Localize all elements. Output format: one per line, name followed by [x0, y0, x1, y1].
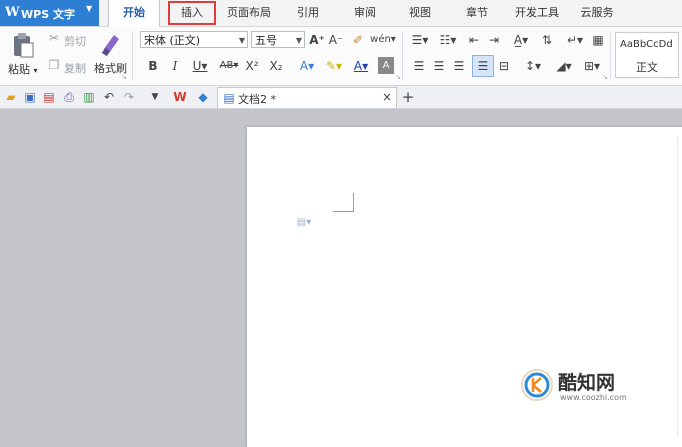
document-tab[interactable]: ▤ 文档2 * × [217, 87, 397, 108]
save-icon[interactable]: ▣ [23, 90, 37, 104]
customize-toolbar-icon[interactable]: ▼ [148, 90, 162, 104]
decrease-indent-icon[interactable]: ⇤ [466, 31, 482, 48]
cut-button[interactable]: 剪切 [64, 33, 86, 49]
justify-icon[interactable]: ☰ [472, 55, 494, 77]
copy-icon: ❐ [48, 58, 60, 72]
line-spacing-icon[interactable]: ↕▾ [520, 57, 546, 74]
watermark-brand: 酷知网 [558, 372, 616, 394]
format-painter-icon[interactable] [100, 31, 122, 57]
dialog-launcher-icon[interactable]: ↘ [394, 73, 402, 81]
align-left-icon[interactable]: ☰ [412, 57, 426, 74]
print-preview-icon[interactable]: ▥ [82, 90, 96, 104]
highlight-icon[interactable]: ✎▾ [322, 57, 346, 74]
margin-crop-mark [333, 193, 354, 212]
watermark-logo: 酷知网 www.coozhi.com [520, 364, 660, 408]
watermark-url: www.coozhi.com [560, 393, 627, 402]
paste-options-icon[interactable]: ▤▾ [293, 215, 315, 229]
tab-cloud-service[interactable]: 云服务 [574, 0, 620, 26]
cloud-doc-icon[interactable]: ◆ [195, 90, 211, 104]
clear-format-icon[interactable]: ✐ [350, 31, 366, 48]
distributed-align-icon[interactable]: ⊟ [496, 57, 512, 74]
decrease-font-icon[interactable]: A⁻ [328, 31, 344, 48]
undo-icon[interactable]: ↶ [102, 90, 116, 104]
text-effect-icon[interactable]: A▾ [296, 57, 318, 74]
increase-font-icon[interactable]: A⁺ [309, 31, 325, 48]
app-menu-button[interactable]: W WPS 文字 ▼ [0, 0, 99, 26]
chevron-down-icon: ▼ [295, 36, 302, 45]
tab-page-layout[interactable]: 页面布局 [222, 0, 276, 26]
subscript-icon[interactable]: X₂ [268, 57, 284, 74]
paragraph-shading-icon[interactable]: ◢▾ [552, 57, 576, 74]
character-shading-icon[interactable]: A [378, 57, 394, 74]
chevron-down-icon: ▼ [238, 36, 245, 45]
ribbon-home: 粘贴 ▾ ✂ 剪切 ❐ 复制 格式刷 宋体 (正文) ▼ 五号 ▼ A⁺ A⁻ … [0, 27, 682, 86]
font-size-value: 五号 [255, 34, 277, 47]
open-folder-icon[interactable]: ▰ [4, 90, 18, 104]
paste-icon[interactable] [11, 32, 35, 58]
tab-developer-tools[interactable]: 开发工具 [508, 0, 566, 26]
tab-section[interactable]: 章节 [457, 0, 497, 26]
group-divider [610, 31, 611, 81]
style-name: 正文 [636, 61, 658, 74]
show-hide-marks-icon[interactable]: ↵▾ [564, 31, 586, 48]
scissors-icon: ✂ [48, 31, 60, 45]
strikethrough-icon[interactable]: AB▾ [216, 57, 242, 74]
tab-view[interactable]: 视图 [400, 0, 440, 26]
dialog-launcher-icon[interactable]: ↘ [120, 73, 128, 81]
underline-icon[interactable]: U▾ [188, 57, 212, 74]
chevron-down-icon: ▼ [86, 4, 93, 13]
align-right-icon[interactable]: ☰ [452, 57, 466, 74]
superscript-icon[interactable]: X² [244, 57, 260, 74]
italic-icon[interactable]: I [168, 57, 182, 74]
page-edge [677, 137, 678, 437]
increase-indent-icon[interactable]: ⇥ [486, 31, 502, 48]
app-title: WPS 文字 [21, 8, 75, 21]
bullet-list-icon[interactable]: ☰▾ [408, 31, 432, 48]
phonetic-guide-icon[interactable]: wén▾ [370, 31, 396, 48]
close-icon[interactable]: × [381, 90, 393, 104]
coozhi-logo-icon [521, 369, 553, 401]
group-divider [132, 31, 133, 81]
wps-home-icon[interactable]: W [172, 90, 188, 104]
copy-button[interactable]: 复制 [64, 60, 86, 76]
tab-insert[interactable]: 插入 [167, 0, 217, 26]
export-pdf-icon[interactable]: ▤ [42, 90, 56, 104]
sort-icon[interactable]: ⇅ [538, 31, 556, 48]
align-center-icon[interactable]: ☰ [432, 57, 446, 74]
font-name-dropdown[interactable]: 宋体 (正文) ▼ [140, 31, 248, 48]
font-name-value: 宋体 (正文) [144, 34, 201, 47]
style-preview-text: AaBbCcDd [620, 39, 673, 50]
paste-label: 粘贴 [8, 63, 30, 76]
table-grid-icon[interactable]: ▦ [590, 31, 606, 48]
new-tab-plus-icon[interactable]: + [400, 88, 416, 106]
dialog-launcher-icon[interactable]: ↘ [601, 73, 609, 81]
tab-review[interactable]: 审阅 [345, 0, 385, 26]
style-gallery-item-normal[interactable]: AaBbCcDd 正文 [615, 32, 679, 78]
chevron-down-icon: ▾ [33, 66, 38, 75]
document-tab-title: 文档2 * [238, 93, 276, 106]
wps-logo: W [5, 5, 20, 20]
font-color-icon[interactable]: A▾ [350, 57, 372, 74]
redo-icon[interactable]: ↷ [122, 90, 136, 104]
numbered-list-icon[interactable]: ☷▾ [436, 31, 460, 48]
tab-home[interactable]: 开始 [108, 0, 160, 27]
paste-button[interactable]: 粘贴 ▾ [8, 61, 38, 77]
group-divider [402, 31, 403, 81]
tab-references[interactable]: 引用 [288, 0, 328, 26]
chinese-layout-icon[interactable]: A̲▾ [508, 31, 534, 48]
print-icon[interactable]: ⎙ [62, 90, 76, 104]
border-icon[interactable]: ⊞▾ [580, 57, 604, 74]
document-icon: ▤ [223, 91, 235, 105]
font-size-dropdown[interactable]: 五号 ▼ [251, 31, 305, 48]
bold-icon[interactable]: B [146, 57, 160, 74]
